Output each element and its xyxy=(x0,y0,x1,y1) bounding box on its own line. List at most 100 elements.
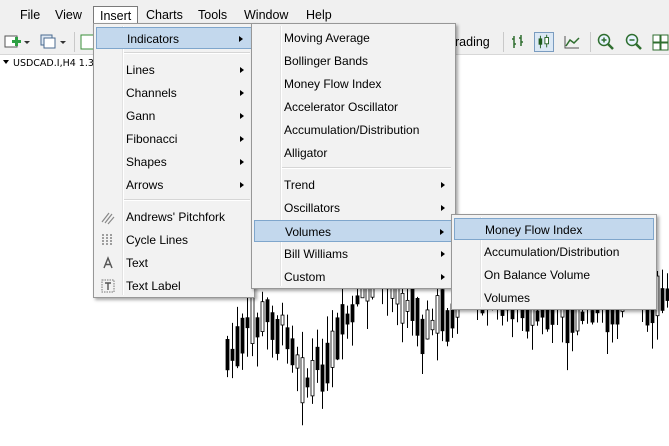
candle-body xyxy=(535,310,540,322)
menu-item-label: Indicators xyxy=(127,32,180,46)
candle-body xyxy=(310,360,315,397)
menu-tools[interactable]: Tools xyxy=(192,6,233,24)
menu-item-label: Moving Average xyxy=(284,31,370,45)
indicators-item-alligator[interactable]: Alligator xyxy=(254,142,453,164)
menu-window[interactable]: Window xyxy=(238,6,294,24)
volumes-submenu: Money Flow Index Accumulation/Distributi… xyxy=(451,214,657,310)
candle-body xyxy=(405,299,410,312)
menu-view[interactable]: View xyxy=(49,6,88,24)
menu-item-label: Oscillators xyxy=(284,201,341,215)
candle-body xyxy=(290,338,295,366)
menu-item-label: Text xyxy=(126,256,149,270)
insert-menu-item-text-label[interactable]: Text Label xyxy=(96,275,252,297)
submenu-arrow-icon xyxy=(441,205,445,211)
volumes-item-on-balance-volume[interactable]: On Balance Volume xyxy=(454,264,654,286)
menu-item-label: On Balance Volume xyxy=(484,268,591,282)
text-icon xyxy=(103,256,113,269)
submenu-arrow-icon xyxy=(440,229,444,235)
menu-separator xyxy=(282,167,451,169)
insert-menu-item-text[interactable]: Text xyxy=(96,252,252,274)
candle-body xyxy=(420,318,425,355)
candle-body xyxy=(255,317,260,338)
menu-item-label: Andrews' Pitchfork xyxy=(126,210,225,224)
candle-body xyxy=(230,348,235,361)
insert-menu-item-fibonacci[interactable]: Fibonacci xyxy=(96,128,252,150)
menu-separator xyxy=(124,199,250,201)
candle-body xyxy=(525,308,530,332)
volumes-item-money-flow-index[interactable]: Money Flow Index xyxy=(454,218,654,240)
insert-menu-item-shapes[interactable]: Shapes xyxy=(96,151,252,173)
candle-body xyxy=(245,317,250,329)
indicators-item-custom[interactable]: Custom xyxy=(254,266,453,288)
zoom-out-icon[interactable] xyxy=(624,32,644,52)
menu-item-label: Channels xyxy=(126,86,177,100)
toolbar-separator xyxy=(590,32,591,52)
chevron-down-icon[interactable] xyxy=(22,32,32,52)
bar-chart-icon[interactable] xyxy=(509,32,529,52)
candle-body xyxy=(335,317,340,360)
menu-item-label: Arrows xyxy=(126,178,164,192)
menu-item-label: Accelerator Oscillator xyxy=(284,100,399,114)
zoom-in-icon[interactable] xyxy=(596,32,616,52)
menu-help[interactable]: Help xyxy=(300,6,338,24)
indicators-item-oscillators[interactable]: Oscillators xyxy=(254,197,453,219)
chevron-down-icon[interactable] xyxy=(58,32,68,52)
candle-body xyxy=(280,314,285,326)
candle-body xyxy=(345,313,350,325)
indicators-item-bollinger-bands[interactable]: Bollinger Bands xyxy=(254,50,453,72)
submenu-arrow-icon xyxy=(240,136,244,142)
candle-body xyxy=(320,364,325,392)
indicators-item-trend[interactable]: Trend xyxy=(254,174,453,196)
candle-body xyxy=(295,354,300,369)
candle-body xyxy=(240,317,245,354)
menu-item-label: Volumes xyxy=(285,225,332,239)
indicators-item-volumes[interactable]: Volumes xyxy=(254,220,453,242)
candle-body xyxy=(400,292,405,324)
tile-windows-icon[interactable] xyxy=(650,32,669,52)
menu-file[interactable]: File xyxy=(14,6,46,24)
insert-menu-item-indicators[interactable]: Indicators xyxy=(96,27,252,49)
menu-item-label: Custom xyxy=(284,270,326,284)
candle-body xyxy=(425,309,430,340)
candle-body xyxy=(660,288,665,311)
indicators-item-bill-williams[interactable]: Bill Williams xyxy=(254,243,453,265)
new-chart-icon[interactable] xyxy=(3,32,23,52)
menu-charts[interactable]: Charts xyxy=(140,6,189,24)
candle-body xyxy=(325,342,330,384)
menu-item-label: Gann xyxy=(126,109,156,123)
insert-menu-item-cycle-lines[interactable]: Cycle Lines xyxy=(96,229,252,251)
candle-body xyxy=(580,311,585,321)
candle-body xyxy=(435,295,440,334)
insert-menu-item-lines[interactable]: Lines xyxy=(96,59,252,81)
volumes-item-volumes[interactable]: Volumes xyxy=(454,287,654,309)
volumes-item-accumulation-distribution[interactable]: Accumulation/Distribution xyxy=(454,241,654,263)
insert-menu-item-arrows[interactable]: Arrows xyxy=(96,174,252,196)
menu-item-label: Text Label xyxy=(126,279,181,293)
indicators-item-money-flow-index[interactable]: Money Flow Index xyxy=(254,73,453,95)
candlestick-icon[interactable] xyxy=(534,32,554,52)
profiles-icon[interactable] xyxy=(38,32,58,52)
menu-item-label: Trend xyxy=(284,178,315,192)
menu-item-label: Bill Williams xyxy=(284,247,348,261)
indicators-item-accumulation-distribution[interactable]: Accumulation/Distribution xyxy=(254,119,453,141)
submenu-arrow-icon xyxy=(240,113,244,119)
candle-body xyxy=(235,326,240,367)
insert-menu-item-andrews-pitchfork[interactable]: Andrews' Pitchfork xyxy=(96,206,252,228)
autotrading-label[interactable]: rading xyxy=(455,32,490,52)
menu-item-label: Accumulation/Distribution xyxy=(484,245,620,259)
submenu-arrow-icon xyxy=(240,159,244,165)
candle-body xyxy=(305,377,310,388)
menu-item-label: Money Flow Index xyxy=(284,77,382,91)
indicators-item-moving-average[interactable]: Moving Average xyxy=(254,27,453,49)
submenu-arrow-icon xyxy=(240,67,244,73)
menu-item-label: Accumulation/Distribution xyxy=(284,123,420,137)
insert-menu-item-channels[interactable]: Channels xyxy=(96,82,252,104)
indicators-item-accelerator-oscillator[interactable]: Accelerator Oscillator xyxy=(254,96,453,118)
menu-separator xyxy=(124,52,250,54)
insert-menu-item-gann[interactable]: Gann xyxy=(96,105,252,127)
submenu-arrow-icon xyxy=(441,274,445,280)
candle-body xyxy=(285,327,290,350)
line-chart-icon[interactable] xyxy=(562,32,582,52)
menu-item-label: Alligator xyxy=(284,146,328,160)
submenu-arrow-icon xyxy=(240,182,244,188)
